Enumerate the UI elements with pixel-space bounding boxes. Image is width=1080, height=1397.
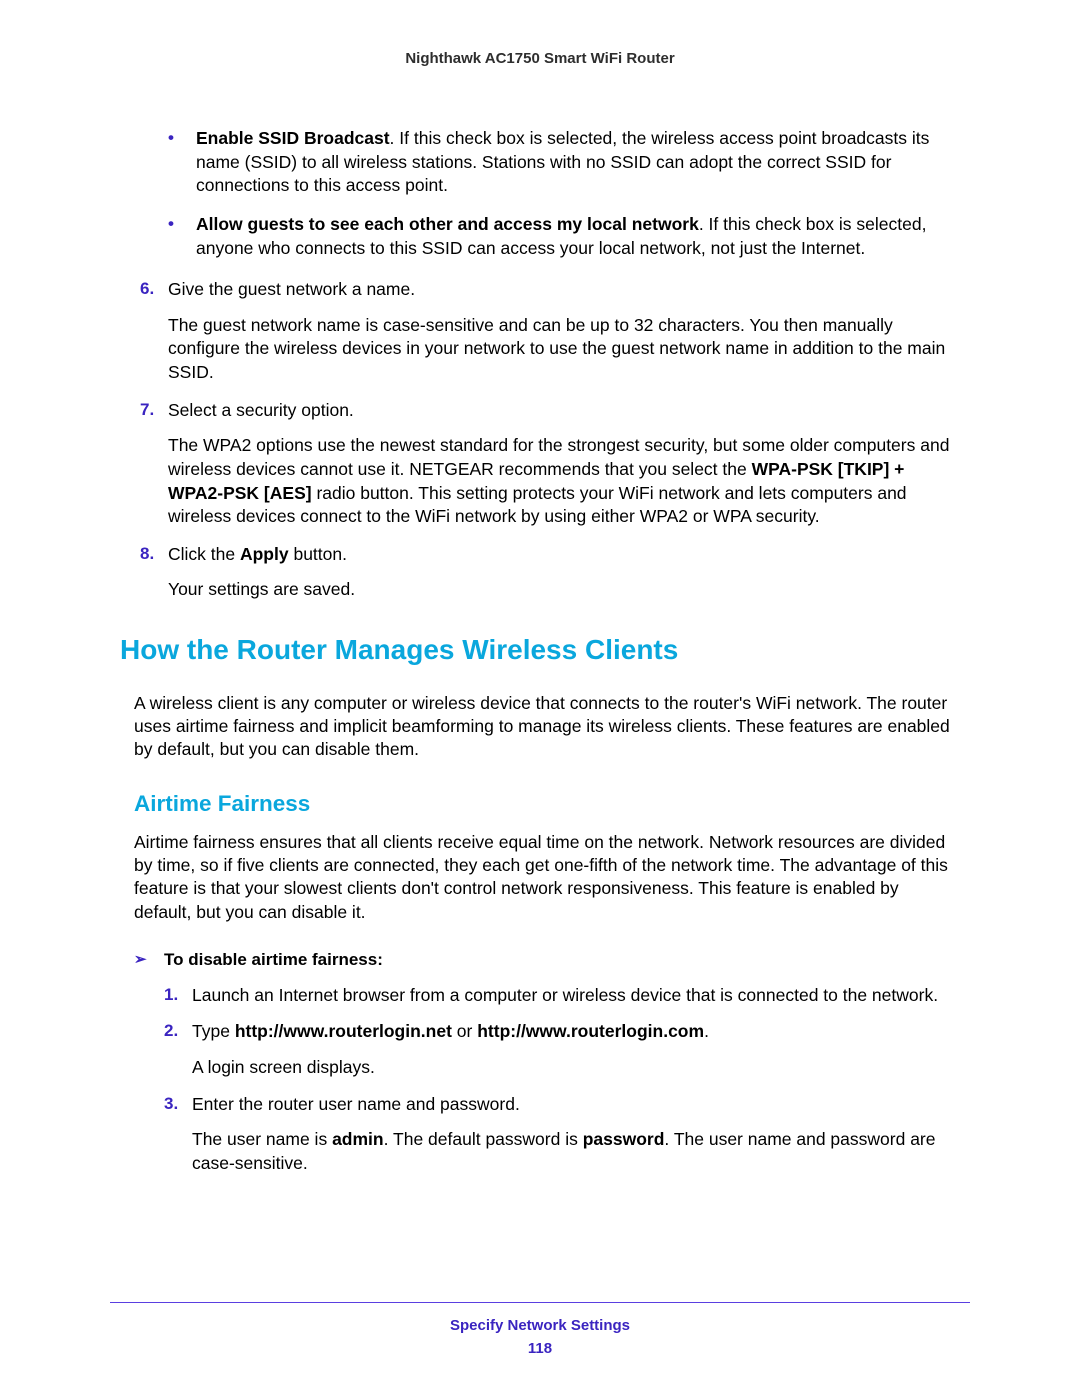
- bullet-marker-icon: •: [168, 213, 196, 260]
- bullet-text: Enable SSID Broadcast. If this check box…: [196, 127, 960, 198]
- step-number: 2.: [164, 1020, 192, 1044]
- page-footer: Specify Network Settings 118: [110, 1302, 970, 1357]
- step-text: Select a security option.: [168, 399, 960, 423]
- proc-step-3: 3. Enter the router user name and passwo…: [164, 1093, 960, 1176]
- url-bold: http://www.routerlogin.net: [235, 1021, 452, 1041]
- step-number: 3.: [164, 1093, 192, 1117]
- bullet-item: • Allow guests to see each other and acc…: [168, 213, 960, 260]
- text-bold: Apply: [240, 544, 289, 564]
- section-heading: How the Router Manages Wireless Clients: [120, 634, 960, 666]
- body-prefix: The user name is: [192, 1129, 332, 1149]
- footer-page-number: 118: [110, 1340, 970, 1357]
- header-device-title: Nighthawk AC1750 Smart WiFi Router: [110, 50, 970, 67]
- proc-step-2: 2. Type http://www.routerlogin.net or ht…: [164, 1020, 960, 1079]
- footer-section: Specify Network Settings: [110, 1317, 970, 1334]
- step-text: Launch an Internet browser from a comput…: [192, 984, 960, 1008]
- step-number: 7.: [140, 399, 168, 423]
- step-number: 8.: [140, 543, 168, 567]
- proc-step-1: 1. Launch an Internet browser from a com…: [164, 984, 960, 1008]
- step-body: Your settings are saved.: [168, 578, 960, 602]
- bullet-marker-icon: •: [168, 127, 196, 198]
- step-text: Enter the router user name and password.: [192, 1093, 960, 1117]
- text-prefix: Click the: [168, 544, 240, 564]
- text-prefix: Type: [192, 1021, 235, 1041]
- bullet-text: Allow guests to see each other and acces…: [196, 213, 960, 260]
- step-body: A login screen displays.: [192, 1056, 960, 1080]
- step-item-7: 7. Select a security option. The WPA2 op…: [140, 399, 960, 529]
- step-number: 6.: [140, 278, 168, 302]
- arrow-icon: ➢: [134, 950, 164, 970]
- procedure-steps: 1. Launch an Internet browser from a com…: [164, 984, 960, 1176]
- step-body: The user name is admin. The default pass…: [192, 1128, 960, 1175]
- step-body: The WPA2 options use the newest standard…: [168, 434, 960, 529]
- text-suffix: .: [704, 1021, 709, 1041]
- url-bold: http://www.routerlogin.com: [477, 1021, 704, 1041]
- step-body: The guest network name is case-sensitive…: [168, 314, 960, 385]
- step-number: 1.: [164, 984, 192, 1008]
- document-page: Nighthawk AC1750 Smart WiFi Router • Ena…: [0, 0, 1080, 1175]
- step-item-6: 6. Give the guest network a name. The gu…: [140, 278, 960, 385]
- step-text: Type http://www.routerlogin.net or http:…: [192, 1020, 960, 1044]
- body-mid: . The default password is: [384, 1129, 583, 1149]
- bullet-bold: Enable SSID Broadcast: [196, 128, 390, 148]
- bullet-item: • Enable SSID Broadcast. If this check b…: [168, 127, 960, 198]
- bullet-bold: Allow guests to see each other and acces…: [196, 214, 699, 234]
- step-text: Click the Apply button.: [168, 543, 960, 567]
- step-item-8: 8. Click the Apply button. Your settings…: [140, 543, 960, 602]
- footer-divider: [110, 1302, 970, 1303]
- procedure-heading: ➢ To disable airtime fairness:: [134, 950, 960, 970]
- bullet-list: • Enable SSID Broadcast. If this check b…: [168, 127, 960, 260]
- section-intro: A wireless client is any computer or wir…: [134, 692, 960, 761]
- text-suffix: button.: [289, 544, 347, 564]
- subsection-intro: Airtime fairness ensures that all client…: [134, 831, 960, 923]
- body-bold: password: [583, 1129, 665, 1149]
- step-text: Give the guest network a name.: [168, 278, 960, 302]
- subsection-heading: Airtime Fairness: [134, 791, 960, 817]
- procedure-title: To disable airtime fairness:: [164, 950, 383, 970]
- page-content: • Enable SSID Broadcast. If this check b…: [110, 127, 970, 1175]
- numbered-steps: 6. Give the guest network a name. The gu…: [140, 278, 960, 602]
- body-bold: admin: [332, 1129, 384, 1149]
- text-mid: or: [452, 1021, 477, 1041]
